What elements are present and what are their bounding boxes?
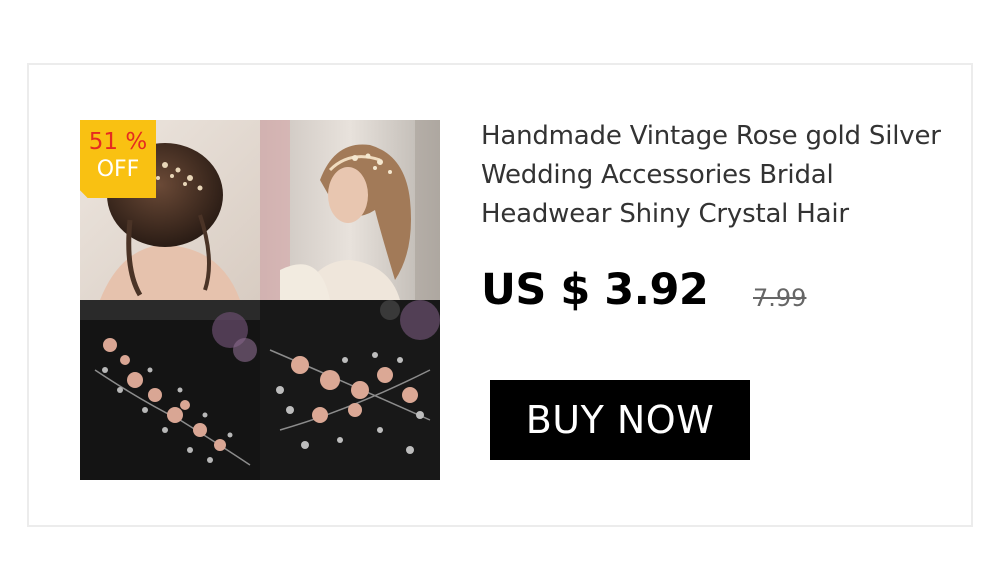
bride-hair-side-image bbox=[260, 120, 440, 300]
original-price: 7.99 bbox=[753, 284, 807, 312]
hairpiece-closeup-image bbox=[260, 300, 440, 480]
discount-badge: 51 % OFF bbox=[80, 120, 156, 198]
discount-off-label: OFF bbox=[96, 157, 140, 182]
discount-percent: 51 % bbox=[88, 129, 148, 155]
hairpiece-closeup-photo[interactable] bbox=[260, 300, 440, 480]
bride-hair-side-photo[interactable] bbox=[260, 120, 440, 300]
sale-price: US $ 3.92 bbox=[481, 265, 709, 315]
product-title[interactable]: Handmade Vintage Rose gold Silver Weddin… bbox=[481, 117, 951, 234]
hairpiece-flat-image bbox=[80, 300, 260, 480]
buy-now-button[interactable]: BUY NOW bbox=[490, 380, 750, 460]
hairpiece-flat-photo[interactable] bbox=[80, 300, 260, 480]
